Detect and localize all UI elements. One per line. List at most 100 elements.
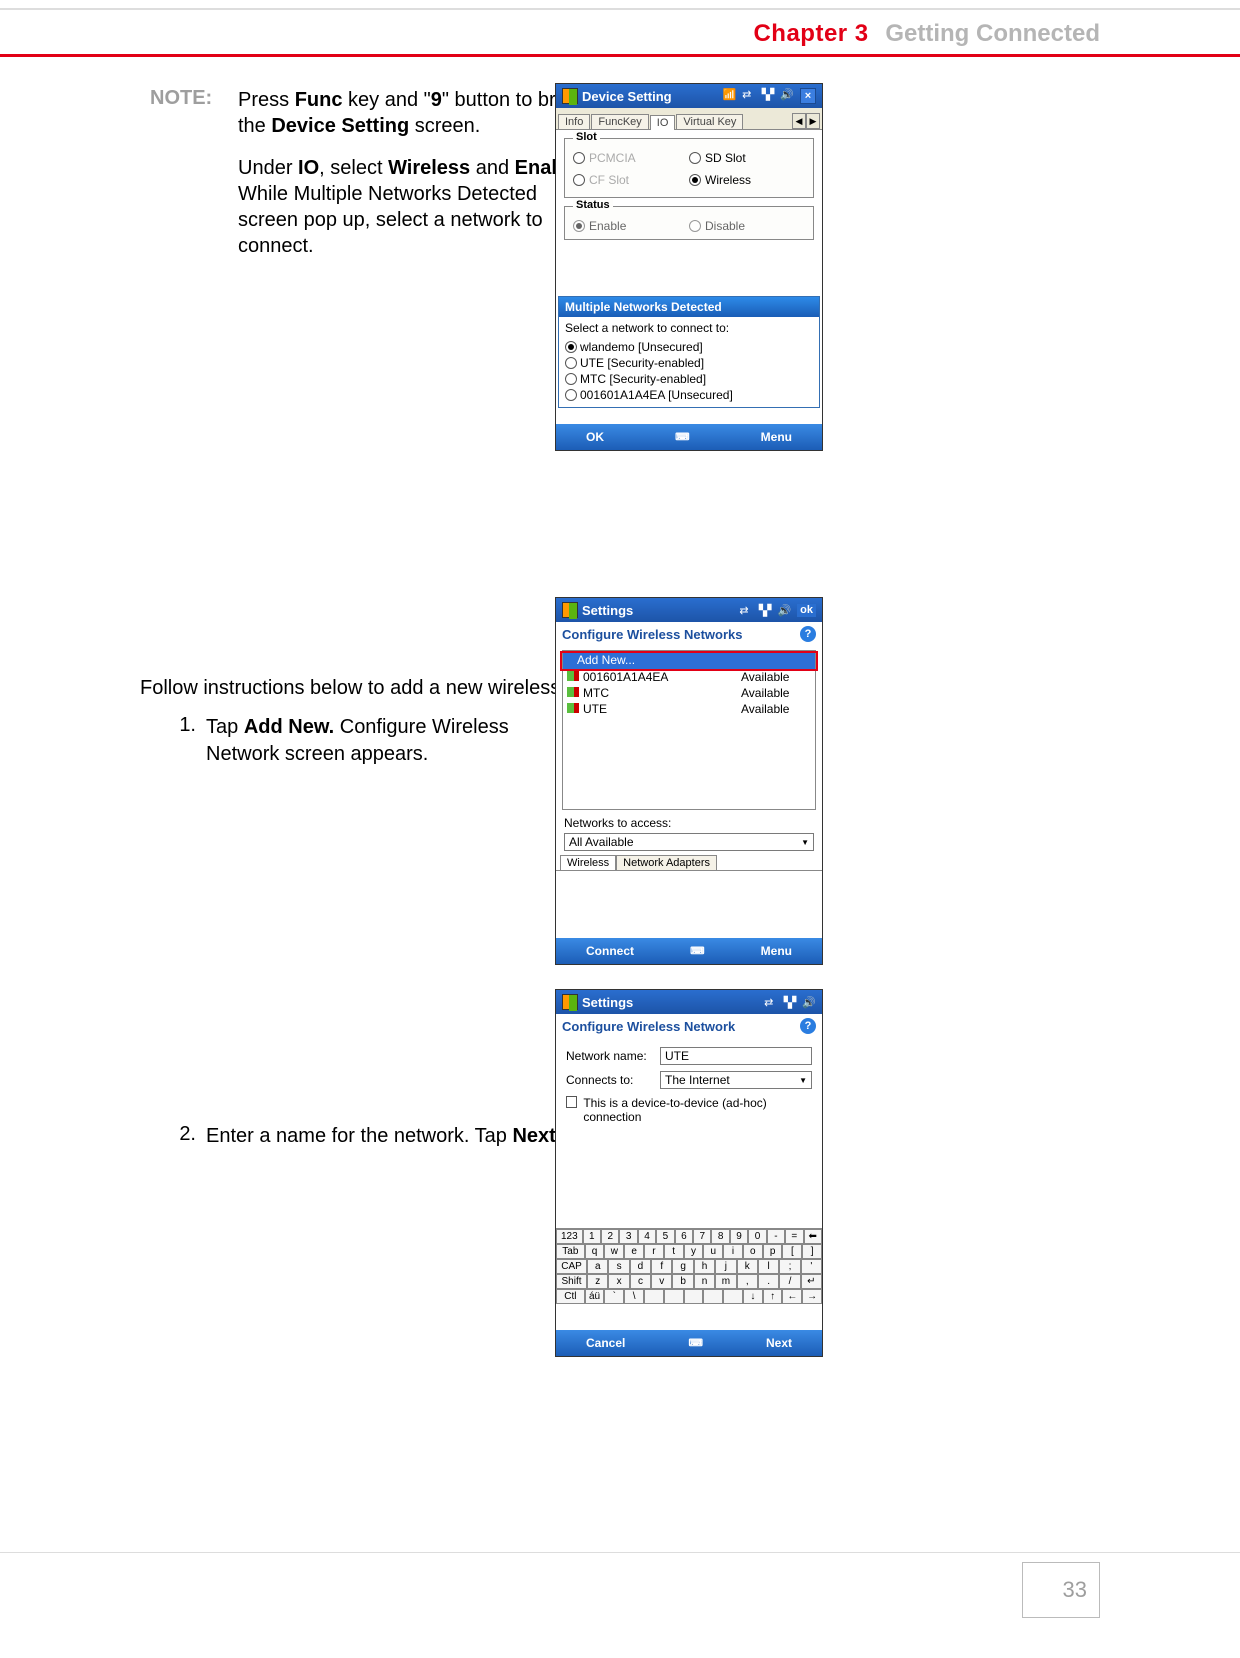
keyboard-key[interactable]: u bbox=[703, 1244, 723, 1259]
connects-to-dropdown[interactable]: The Internet▼ bbox=[660, 1071, 812, 1089]
wifi-icon[interactable]: ▝▞ bbox=[779, 996, 796, 1009]
keyboard-key[interactable]: 0 bbox=[748, 1229, 766, 1244]
cancel-softkey[interactable]: Cancel bbox=[586, 1336, 625, 1350]
radio-disable[interactable]: Disable bbox=[689, 215, 805, 237]
keyboard-key[interactable]: ; bbox=[779, 1259, 800, 1274]
keyboard-key[interactable]: ↓ bbox=[743, 1289, 763, 1304]
volume-icon[interactable]: 🔊 bbox=[780, 88, 794, 104]
network-row[interactable]: 001601A1A4EAAvailable bbox=[563, 669, 815, 685]
keyboard-key[interactable]: 5 bbox=[656, 1229, 674, 1244]
connect-softkey[interactable]: Connect bbox=[586, 944, 634, 958]
keyboard-key[interactable]: i bbox=[723, 1244, 743, 1259]
keyboard-key[interactable]: r bbox=[644, 1244, 664, 1259]
keyboard-key[interactable]: ` bbox=[604, 1289, 624, 1304]
tab-info[interactable]: Info bbox=[558, 114, 590, 129]
keyboard-key[interactable]: ← bbox=[782, 1289, 802, 1304]
keyboard-key[interactable]: v bbox=[651, 1274, 672, 1289]
menu-softkey[interactable]: Menu bbox=[761, 944, 792, 958]
keyboard-key[interactable]: y bbox=[684, 1244, 704, 1259]
tab-scroll-left[interactable]: ◀ bbox=[792, 113, 806, 129]
connection-icon[interactable]: ⇄ bbox=[764, 996, 773, 1009]
close-button[interactable]: × bbox=[800, 88, 816, 104]
keyboard-key[interactable]: Ctl bbox=[556, 1289, 585, 1304]
start-icon[interactable] bbox=[562, 994, 578, 1010]
keyboard-key[interactable] bbox=[703, 1289, 723, 1304]
keyboard-key[interactable]: → bbox=[802, 1289, 822, 1304]
radio-cfslot[interactable]: CF Slot bbox=[573, 169, 689, 191]
keyboard-key[interactable]: h bbox=[694, 1259, 715, 1274]
keyboard-key[interactable]: / bbox=[779, 1274, 800, 1289]
keyboard-key[interactable]: - bbox=[767, 1229, 785, 1244]
keyboard-key[interactable]: Shift bbox=[556, 1274, 587, 1289]
keyboard-key[interactable]: g bbox=[672, 1259, 693, 1274]
keyboard-key[interactable]: ↵ bbox=[801, 1274, 822, 1289]
keyboard-key[interactable]: 9 bbox=[730, 1229, 748, 1244]
keyboard-key[interactable]: = bbox=[785, 1229, 803, 1244]
keyboard-key[interactable] bbox=[664, 1289, 684, 1304]
radio-enable[interactable]: Enable bbox=[573, 215, 689, 237]
keyboard-key[interactable]: a bbox=[587, 1259, 608, 1274]
adhoc-checkbox-row[interactable]: This is a device-to-device (ad-hoc) conn… bbox=[556, 1092, 822, 1128]
keyboard-key[interactable]: 123 bbox=[556, 1229, 583, 1244]
keyboard-key[interactable]: ⬅ bbox=[804, 1229, 822, 1244]
keyboard-icon[interactable]: ⌨ bbox=[688, 1338, 702, 1349]
keyboard-key[interactable]: 2 bbox=[601, 1229, 619, 1244]
keyboard-key[interactable]: 4 bbox=[638, 1229, 656, 1244]
keyboard-key[interactable]: w bbox=[604, 1244, 624, 1259]
keyboard-key[interactable]: 6 bbox=[675, 1229, 693, 1244]
keyboard-key[interactable]: CAP bbox=[556, 1259, 587, 1274]
connection-icon[interactable]: ⇄ bbox=[742, 88, 751, 104]
keyboard-icon[interactable]: ⌨ bbox=[690, 946, 704, 957]
tab-wireless[interactable]: Wireless bbox=[560, 855, 616, 870]
soft-keyboard[interactable]: 1231234567890-=⬅Tabqwertyuiop[]CAPasdfgh… bbox=[556, 1228, 822, 1304]
start-icon[interactable] bbox=[562, 88, 578, 104]
keyboard-key[interactable]: ↑ bbox=[763, 1289, 783, 1304]
volume-icon[interactable]: 🔊 bbox=[802, 996, 816, 1009]
keyboard-key[interactable] bbox=[684, 1289, 704, 1304]
keyboard-key[interactable] bbox=[723, 1289, 743, 1304]
keyboard-key[interactable]: ] bbox=[802, 1244, 822, 1259]
network-listbox[interactable]: Add New... 001601A1A4EAAvailable MTCAvai… bbox=[562, 650, 816, 810]
keyboard-key[interactable]: m bbox=[715, 1274, 736, 1289]
keyboard-key[interactable]: áü bbox=[585, 1289, 605, 1304]
keyboard-key[interactable]: d bbox=[630, 1259, 651, 1274]
radio-pcmcia[interactable]: PCMCIA bbox=[573, 147, 689, 169]
keyboard-key[interactable]: \ bbox=[624, 1289, 644, 1304]
ok-softkey[interactable]: OK bbox=[586, 430, 604, 444]
keyboard-key[interactable]: s bbox=[608, 1259, 629, 1274]
network-name-input[interactable]: UTE bbox=[660, 1047, 812, 1065]
keyboard-icon[interactable]: ⌨ bbox=[675, 432, 689, 443]
keyboard-key[interactable]: b bbox=[672, 1274, 693, 1289]
adhoc-checkbox[interactable] bbox=[566, 1096, 577, 1108]
radio-wireless[interactable]: Wireless bbox=[689, 169, 805, 191]
network-row[interactable]: UTEAvailable bbox=[563, 701, 815, 717]
keyboard-key[interactable]: t bbox=[664, 1244, 684, 1259]
keyboard-key[interactable]: l bbox=[758, 1259, 779, 1274]
tab-scroll-right[interactable]: ▶ bbox=[806, 113, 820, 129]
keyboard-key[interactable]: z bbox=[587, 1274, 608, 1289]
tab-network-adapters[interactable]: Network Adapters bbox=[616, 855, 717, 870]
keyboard-key[interactable]: ' bbox=[801, 1259, 822, 1274]
keyboard-key[interactable]: e bbox=[624, 1244, 644, 1259]
wifi-icon[interactable]: ▝▞ bbox=[755, 604, 772, 617]
keyboard-key[interactable]: n bbox=[694, 1274, 715, 1289]
wifi-icon[interactable]: ▝▞ bbox=[757, 88, 774, 104]
signal-icon[interactable]: 📶 bbox=[722, 88, 736, 104]
keyboard-key[interactable]: 1 bbox=[583, 1229, 601, 1244]
keyboard-key[interactable]: 3 bbox=[619, 1229, 637, 1244]
network-option-001601[interactable]: 001601A1A4EA [Unsecured] bbox=[565, 387, 813, 403]
keyboard-key[interactable]: 8 bbox=[711, 1229, 729, 1244]
radio-sdslot[interactable]: SD Slot bbox=[689, 147, 805, 169]
keyboard-key[interactable]: 7 bbox=[693, 1229, 711, 1244]
network-option-wlandemo[interactable]: wlandemo [Unsecured] bbox=[565, 339, 813, 355]
network-option-mtc[interactable]: MTC [Security-enabled] bbox=[565, 371, 813, 387]
tab-io[interactable]: IO bbox=[650, 115, 676, 130]
keyboard-key[interactable]: x bbox=[608, 1274, 629, 1289]
keyboard-key[interactable] bbox=[644, 1289, 664, 1304]
network-option-ute[interactable]: UTE [Security-enabled] bbox=[565, 355, 813, 371]
keyboard-key[interactable]: c bbox=[630, 1274, 651, 1289]
ok-button[interactable]: ok bbox=[797, 604, 816, 617]
keyboard-key[interactable]: Tab bbox=[556, 1244, 585, 1259]
keyboard-key[interactable]: p bbox=[763, 1244, 783, 1259]
keyboard-key[interactable]: k bbox=[737, 1259, 758, 1274]
